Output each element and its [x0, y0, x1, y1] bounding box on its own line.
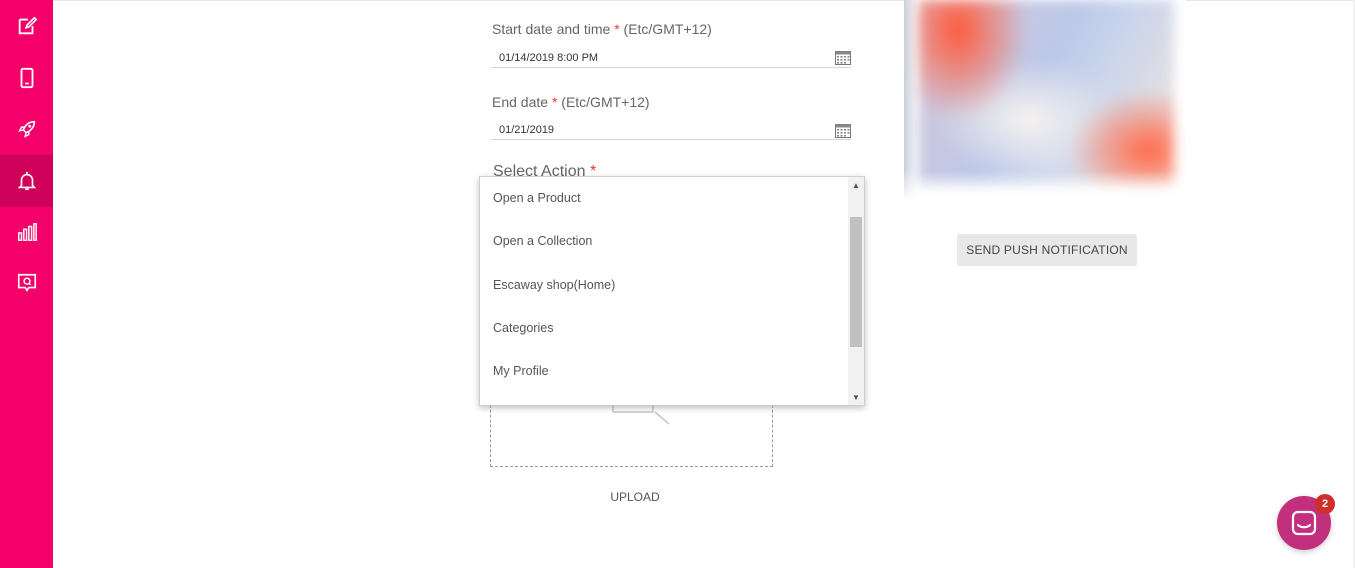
sidebar-item-analytics[interactable] [0, 206, 53, 258]
sidebar-item-support[interactable] [0, 257, 53, 309]
sidebar-item-notifications[interactable] [0, 155, 53, 207]
scroll-down-arrow-icon[interactable]: ▼ [848, 389, 864, 405]
bell-icon [17, 171, 36, 191]
start-date-label: Start date and time * (Etc/GMT+12) [492, 21, 712, 37]
calendar-icon[interactable] [835, 50, 851, 65]
sidebar-item-editor[interactable] [0, 0, 53, 52]
sidebar [0, 0, 53, 568]
phone-icon [20, 67, 33, 89]
sidebar-item-app[interactable] [0, 52, 53, 104]
preview-image [918, 0, 1174, 188]
dropdown-option[interactable]: Escaway shop(Home) [493, 278, 843, 292]
calendar-icon[interactable] [835, 123, 851, 138]
dropdown-scrollbar[interactable]: ▲ ▼ [848, 177, 864, 405]
timezone-text: (Etc/GMT+12) [557, 94, 650, 110]
dropdown-option[interactable]: Open a Collection [493, 234, 843, 248]
chat-icon [1291, 510, 1317, 536]
bar-chart-icon [17, 223, 37, 241]
chat-unread-badge: 2 [1315, 494, 1335, 514]
timezone-text: (Etc/GMT+12) [619, 21, 712, 37]
scroll-up-arrow-icon[interactable]: ▲ [848, 177, 864, 193]
scrollbar-thumb[interactable] [850, 217, 862, 347]
preview-fade [904, 170, 1186, 200]
dropdown-option[interactable]: Categories [493, 321, 843, 335]
edit-icon [18, 16, 37, 35]
notification-preview [904, 0, 1186, 200]
end-date-input[interactable] [491, 120, 851, 140]
start-date-input[interactable] [491, 48, 851, 68]
rocket-icon [17, 120, 35, 138]
sidebar-item-publish[interactable] [0, 103, 53, 155]
search-message-icon [17, 273, 36, 292]
dropdown-option[interactable]: My Profile [493, 364, 843, 378]
start-date-label-text: Start date and time [492, 21, 615, 37]
end-date-label-text: End date [492, 94, 552, 110]
send-push-notification-button[interactable]: SEND PUSH NOTIFICATION [957, 234, 1137, 266]
end-date-label: End date * (Etc/GMT+12) [492, 94, 650, 110]
dropdown-option[interactable]: Open a Product [493, 191, 843, 205]
action-dropdown-list[interactable]: Open a Product Open a Collection Escaway… [479, 176, 865, 406]
upload-button[interactable]: UPLOAD [560, 486, 710, 508]
